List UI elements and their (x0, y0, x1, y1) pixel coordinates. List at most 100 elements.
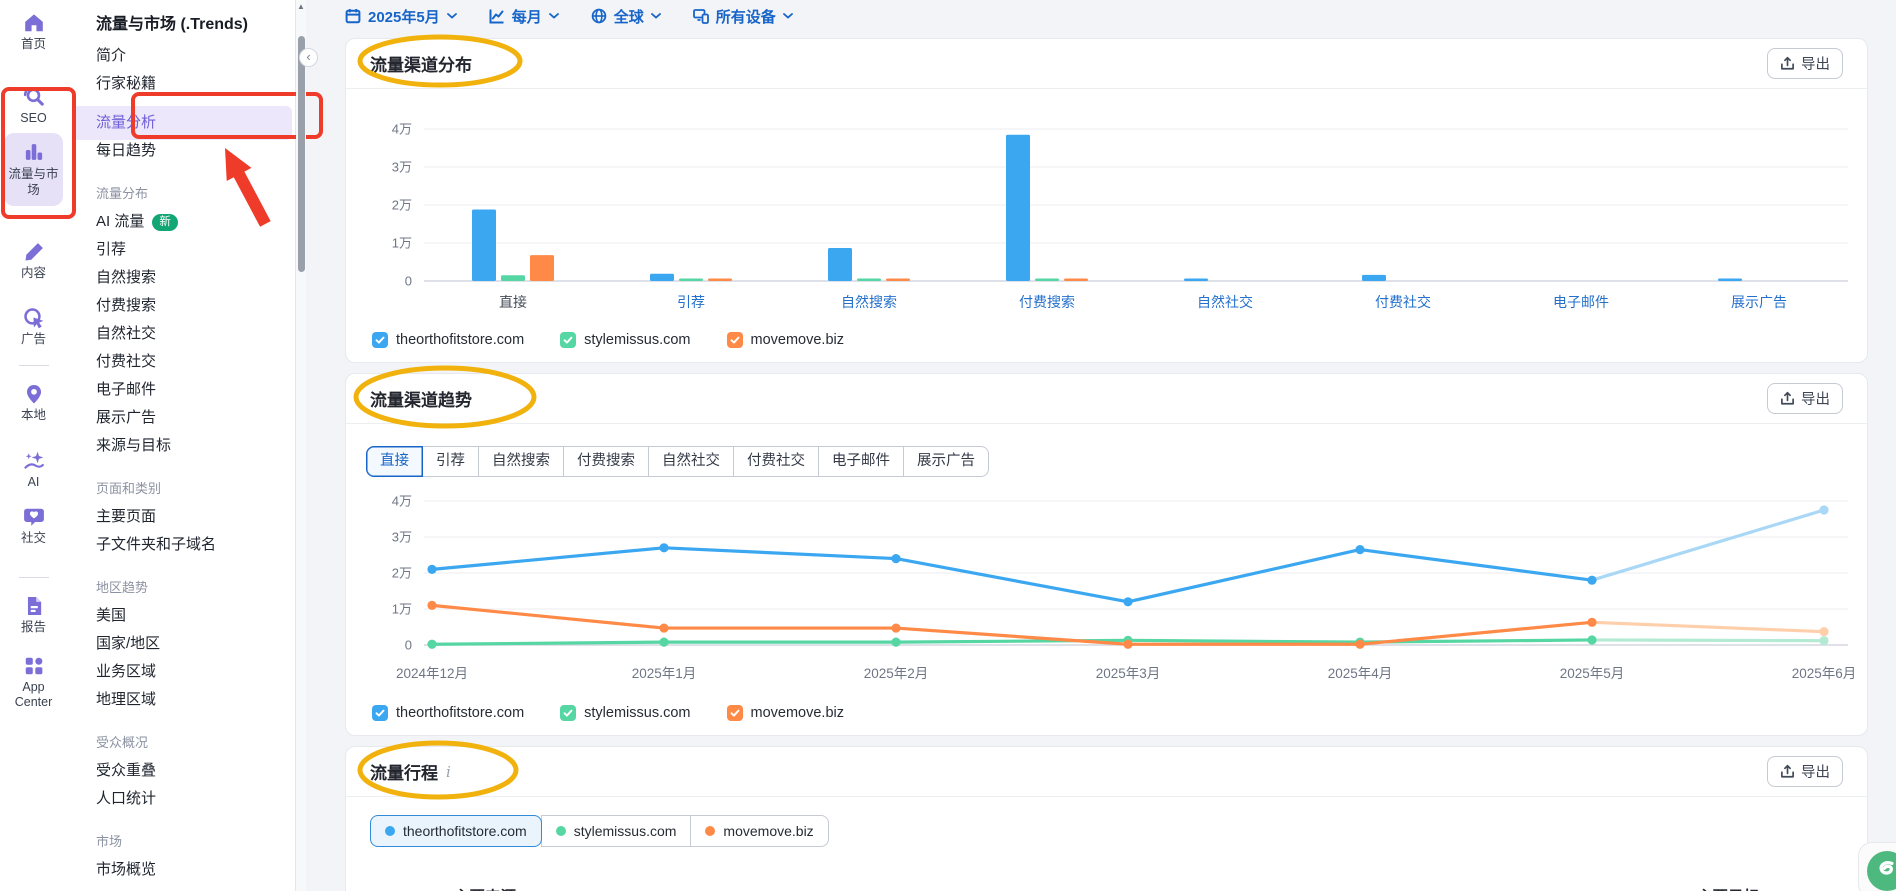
ai-icon (23, 450, 45, 472)
sidebar-item-人口统计[interactable]: 人口统计 (67, 785, 295, 813)
channel-tab-付费搜索[interactable]: 付费搜索 (563, 446, 649, 477)
sidebar-item-业务区域[interactable]: 业务区域 (67, 658, 295, 686)
sidebar-item-美国[interactable]: 美国 (67, 602, 295, 630)
filter-calendar[interactable]: 2025年5月 (345, 6, 457, 27)
sidebar-item-引荐[interactable]: 引荐 (67, 236, 295, 264)
sidebar-item-国家/地区[interactable]: 国家/地区 (67, 630, 295, 658)
rail-item-ads[interactable]: 广告 (0, 307, 67, 347)
export-button-journey[interactable]: 导出 (1767, 756, 1843, 787)
rail-item-label: App Center (15, 680, 53, 710)
legend-checkbox-stylemissus.com[interactable]: stylemissus.com (560, 705, 690, 721)
channel-tab-付费社交[interactable]: 付费社交 (733, 446, 819, 477)
svg-text:付费搜索: 付费搜索 (1019, 294, 1075, 310)
legend-label: stylemissus.com (584, 705, 690, 721)
filter-globe[interactable]: 全球 (591, 6, 661, 27)
journey-pill-movemove.biz[interactable]: movemove.biz (690, 815, 828, 847)
sidebar-item-地理区域[interactable]: 地理区域 (67, 686, 295, 714)
sidebar-item-市场概览[interactable]: 市场概览 (67, 856, 295, 884)
domain-color-dot (385, 826, 395, 836)
rail-item-reports[interactable]: 报告 (0, 595, 67, 635)
chat-widget-button[interactable] (1858, 842, 1896, 891)
channel-tab-引荐[interactable]: 引荐 (422, 446, 479, 477)
rail-item-content[interactable]: 内容 (0, 241, 67, 281)
sidebar-item-行家秘籍[interactable]: 行家秘籍 (67, 70, 295, 98)
svg-text:电子邮件: 电子邮件 (1553, 294, 1609, 310)
channel-tab-自然搜索[interactable]: 自然搜索 (478, 446, 564, 477)
info-icon[interactable]: i (446, 763, 451, 781)
sidebar-item-来源与目标[interactable]: 来源与目标 (67, 432, 295, 460)
rail-item-label: SEO (20, 111, 46, 126)
channel-tab-直接[interactable]: 直接 (366, 446, 423, 477)
sidebar-item-电子邮件[interactable]: 电子邮件 (67, 376, 295, 404)
legend-label: theorthofitstore.com (396, 332, 524, 348)
legend-label: movemove.biz (751, 705, 844, 721)
svg-text:4万: 4万 (392, 494, 412, 509)
sidebar-item-付费社交[interactable]: 付费社交 (67, 348, 295, 376)
card-title-distribution: 流量渠道分布 (370, 51, 472, 76)
sidebar-item-每日趋势[interactable]: 每日趋势 (67, 137, 295, 165)
legend-checkbox-theorthofitstore.com[interactable]: theorthofitstore.com (372, 332, 524, 348)
svg-text:4万: 4万 (392, 122, 412, 137)
legend-checkbox-movemove.biz[interactable]: movemove.biz (727, 705, 844, 721)
sidebar-item-付费搜索[interactable]: 付费搜索 (67, 292, 295, 320)
legend-checkbox-movemove.biz[interactable]: movemove.biz (727, 332, 844, 348)
export-button-trends[interactable]: 导出 (1767, 383, 1843, 414)
devices-icon (693, 8, 709, 24)
sidebar-item-主要页面[interactable]: 主要页面 (67, 503, 295, 531)
rail-item-label: 社交 (21, 531, 46, 546)
svg-text:自然搜索: 自然搜索 (841, 294, 897, 310)
svg-text:2025年3月: 2025年3月 (1096, 666, 1161, 681)
scrollbar-thumb[interactable] (298, 36, 305, 272)
rail-divider (19, 365, 49, 366)
chevron-down-icon (651, 13, 661, 19)
sidebar-item-简介[interactable]: 简介 (67, 42, 295, 70)
sidebar-item-自然搜索[interactable]: 自然搜索 (67, 264, 295, 292)
legend-checkbox-stylemissus.com[interactable]: stylemissus.com (560, 332, 690, 348)
svg-text:2025年6月: 2025年6月 (1792, 666, 1854, 681)
journey-pill-stylemissus.com[interactable]: stylemissus.com (541, 815, 692, 847)
sidebar-item-流量分析[interactable]: 流量分析 (73, 106, 292, 140)
traffic-channel-trends-card: 流量渠道趋势 导出 直接引荐自然搜索付费搜索自然社交付费社交电子邮件展示广告 0… (345, 373, 1868, 736)
sidebar-item-子文件夹和子域名[interactable]: 子文件夹和子域名 (67, 531, 295, 559)
scroll-up-arrow[interactable]: ▲ (296, 2, 306, 11)
icon-rail: 首页 SEO 流量与市 场内容广告本地 AI 社交报告 App Center (0, 0, 67, 891)
sidebar-collapse-button[interactable]: ‹ (299, 48, 318, 67)
channel-tab-自然社交[interactable]: 自然社交 (648, 446, 734, 477)
rail-item-local[interactable]: 本地 (0, 383, 67, 423)
rail-item-label: 首页 (21, 37, 46, 52)
rail-item-seo[interactable]: SEO (0, 86, 67, 126)
filter-devices[interactable]: 所有设备 (693, 6, 793, 27)
sidebar-section-header: 受众概况 (67, 729, 295, 757)
channel-tab-展示广告[interactable]: 展示广告 (903, 446, 989, 477)
export-button-distribution[interactable]: 导出 (1767, 48, 1843, 79)
sidebar-section-header: 流量分布 (67, 180, 295, 208)
rail-item-ai[interactable]: AI (0, 450, 67, 490)
traffic-channels-bar-chart: 01万2万3万4万直接引荐自然搜索付费搜索自然社交付费社交电子邮件展示广告 (360, 95, 1853, 322)
rail-item-social[interactable]: 社交 (0, 506, 67, 546)
chevron-down-icon (447, 13, 457, 19)
svg-text:2025年1月: 2025年1月 (632, 666, 697, 681)
sidebar-item-AI 流量[interactable]: AI 流量新 (67, 208, 295, 236)
svg-text:3万: 3万 (392, 530, 412, 545)
line-chart-legend: theorthofitstore.com stylemissus.com movem… (360, 705, 1853, 721)
svg-text:1万: 1万 (392, 236, 412, 251)
sidebar-item-自然社交[interactable]: 自然社交 (67, 320, 295, 348)
channel-tab-电子邮件[interactable]: 电子邮件 (818, 446, 904, 477)
svg-text:2万: 2万 (392, 198, 412, 213)
svg-text:自然社交: 自然社交 (1197, 294, 1253, 310)
sidebar-item-展示广告[interactable]: 展示广告 (67, 404, 295, 432)
sidebar-item-受众重叠[interactable]: 受众重叠 (67, 757, 295, 785)
rail-item-label: 本地 (21, 408, 46, 423)
journey-pill-theorthofitstore.com[interactable]: theorthofitstore.com (370, 815, 542, 847)
rail-item-label: 报告 (21, 620, 46, 635)
rail-item-app-center[interactable]: App Center (0, 655, 67, 710)
checkbox-checked-icon (560, 332, 576, 348)
filter-trend[interactable]: 每月 (489, 6, 559, 27)
filter-label: 2025年5月 (368, 6, 440, 27)
export-icon (1780, 391, 1795, 406)
rail-item-home[interactable]: 首页 (0, 12, 67, 52)
chevron-down-icon (783, 13, 793, 19)
globe-icon (591, 8, 607, 24)
legend-checkbox-theorthofitstore.com[interactable]: theorthofitstore.com (372, 705, 524, 721)
rail-item-traffic-market[interactable]: 流量与市 场 (4, 133, 63, 206)
